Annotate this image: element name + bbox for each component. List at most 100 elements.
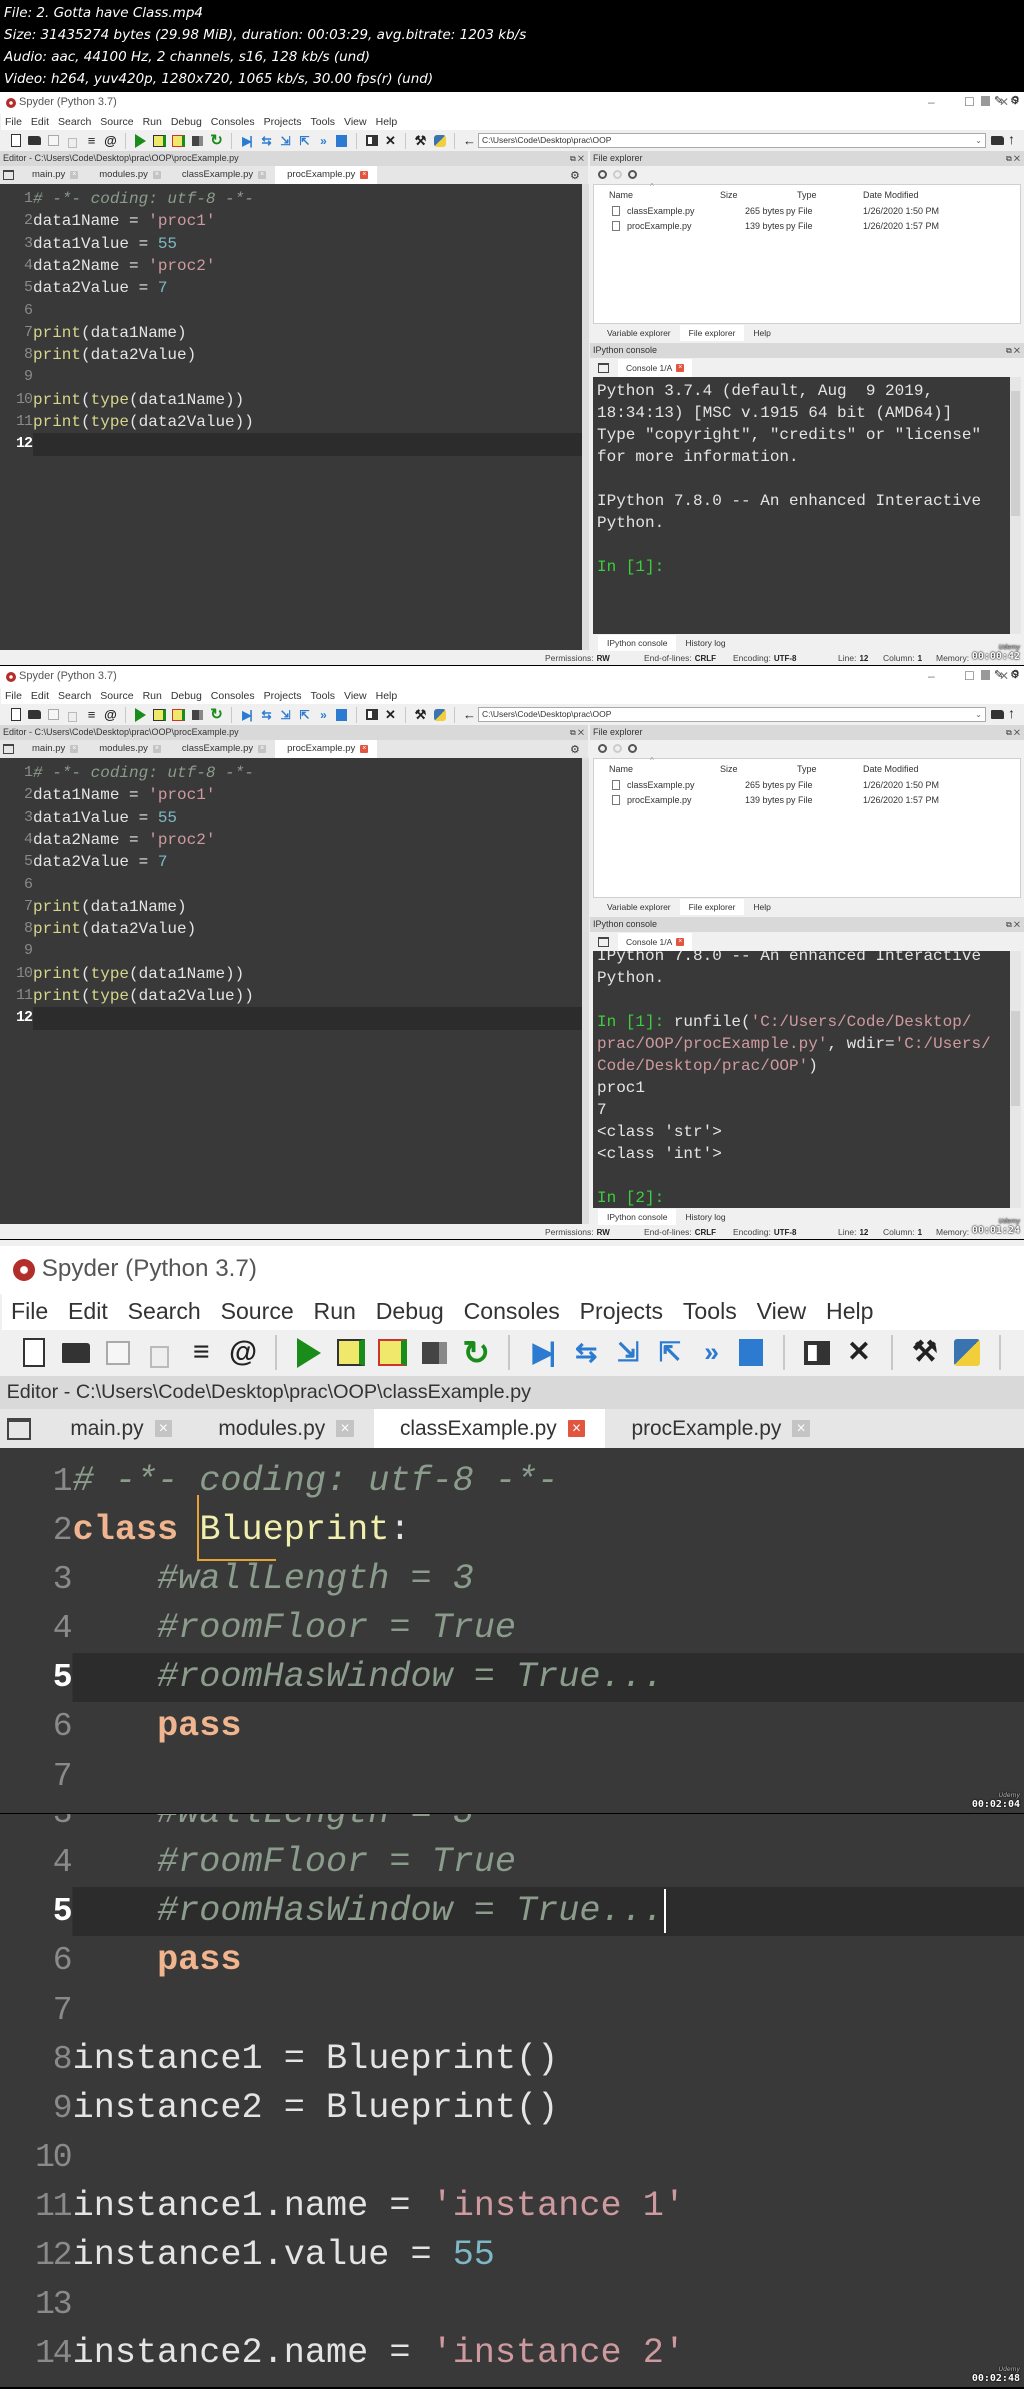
continue-button[interactable]: » bbox=[313, 704, 332, 725]
re-run-button[interactable]: ↻ bbox=[455, 1330, 497, 1376]
outline-button[interactable]: ≡ bbox=[82, 130, 101, 151]
run-cell-advance-button[interactable] bbox=[169, 130, 188, 151]
column-header-name[interactable]: Name bbox=[609, 190, 633, 200]
tab-variable-explorer[interactable]: Variable explorer bbox=[598, 899, 680, 915]
console-scrollbar[interactable] bbox=[1010, 951, 1021, 1208]
browse-tabs-icon[interactable] bbox=[3, 170, 14, 180]
pane-float-close-icons[interactable]: ⧉ ✕ bbox=[1006, 343, 1020, 358]
menu-search[interactable]: Search bbox=[54, 114, 96, 130]
close-tab-icon[interactable]: × bbox=[567, 1419, 586, 1438]
maximize-button[interactable]: ☐ bbox=[964, 95, 975, 109]
file-row[interactable]: classExample.py 265 bytes py File 1/26/2020… bbox=[594, 204, 1020, 219]
preferences-button[interactable]: ⚒ bbox=[411, 704, 430, 725]
stop-kernel-icon[interactable] bbox=[981, 670, 990, 680]
menu-edit[interactable]: Edit bbox=[27, 114, 54, 130]
parent-directory-icon[interactable]: ↑ bbox=[1008, 131, 1015, 147]
code-editor[interactable]: 3 #wallLength = 34 #roomFloor = True 5 #r… bbox=[0, 1814, 1024, 2387]
pane-float-close-icons[interactable]: ⧉ ✕ bbox=[570, 725, 584, 740]
run-cell-advance-button[interactable] bbox=[372, 1330, 414, 1376]
working-directory-input[interactable]: C:\Users\Code\Desktop\prac\OOP ⌄ bbox=[478, 133, 986, 148]
run-button[interactable] bbox=[131, 130, 150, 151]
tab-ipython-console[interactable]: IPython console bbox=[598, 1209, 677, 1225]
parent-directory-icon[interactable]: ↑ bbox=[1008, 705, 1015, 721]
step-button[interactable]: ⇆ bbox=[256, 130, 275, 151]
code-editor[interactable]: 1 # -*- coding: utf-8 -*- 2 data1Name = 'pr… bbox=[0, 758, 582, 1224]
minimize-button[interactable]: – bbox=[928, 95, 935, 109]
continue-button[interactable]: » bbox=[689, 1330, 731, 1376]
close-tab-icon[interactable]: × bbox=[70, 745, 79, 753]
re-run-button[interactable]: ↻ bbox=[207, 130, 226, 151]
pane-float-close-icons[interactable]: ⧉ ✕ bbox=[1006, 917, 1020, 932]
tab-history-log[interactable]: History log bbox=[676, 635, 734, 651]
menu-view[interactable]: View bbox=[748, 1294, 817, 1329]
debug-button[interactable]: ▶| bbox=[237, 704, 256, 725]
close-tab-icon[interactable]: × bbox=[360, 745, 369, 753]
back-icon[interactable] bbox=[598, 744, 607, 753]
menu-edit[interactable]: Edit bbox=[27, 688, 54, 704]
file-list[interactable]: ^ Name Size Type Date Modified classExample.p… bbox=[593, 182, 1021, 324]
menu-file[interactable]: File bbox=[1, 114, 27, 130]
save-all-button[interactable] bbox=[63, 704, 82, 725]
step-button[interactable]: ⇆ bbox=[563, 1330, 605, 1376]
back-button[interactable]: ← bbox=[460, 704, 479, 725]
menu-help[interactable]: Help bbox=[372, 114, 403, 130]
menu-debug[interactable]: Debug bbox=[167, 688, 207, 704]
menu-run[interactable]: Run bbox=[305, 1294, 367, 1329]
tab-history-log[interactable]: History log bbox=[676, 1209, 734, 1225]
open-file-button[interactable] bbox=[55, 1330, 97, 1376]
tab-classexample-py[interactable]: classExample.py × bbox=[170, 740, 275, 758]
browse-consoles-icon[interactable] bbox=[598, 363, 609, 373]
step-return-button[interactable]: ⇱ bbox=[294, 130, 313, 151]
run-selection-button[interactable] bbox=[188, 704, 207, 725]
close-console-icon[interactable]: × bbox=[676, 364, 685, 372]
tab-modules-py[interactable]: modules.py × bbox=[87, 166, 170, 184]
close-tab-icon[interactable]: × bbox=[154, 1419, 173, 1438]
ipython-console[interactable]: Python 3.7.4 (default, Aug 9 2019, 18:34:… bbox=[593, 377, 1010, 634]
console-options-icon[interactable]: ⚙ bbox=[1010, 668, 1020, 681]
run-selection-button[interactable] bbox=[414, 1330, 456, 1376]
new-file-button[interactable] bbox=[6, 704, 25, 725]
close-tab-icon[interactable]: × bbox=[152, 171, 161, 179]
tab-procexample-py[interactable]: procExample.py × bbox=[275, 740, 378, 758]
forward-icon[interactable] bbox=[613, 744, 622, 753]
python-path-button[interactable] bbox=[946, 1330, 988, 1376]
console-tab[interactable]: Console 1/A × bbox=[618, 933, 693, 951]
menu-view[interactable]: View bbox=[340, 688, 372, 704]
forward-icon[interactable] bbox=[613, 170, 622, 179]
clear-console-icon[interactable]: ✎ bbox=[994, 668, 1003, 681]
browse-folder-icon[interactable] bbox=[991, 136, 1004, 145]
console-scrollbar[interactable] bbox=[1010, 377, 1021, 634]
menu-help[interactable]: Help bbox=[817, 1294, 884, 1329]
stop-button[interactable] bbox=[332, 130, 351, 151]
menu-consoles[interactable]: Consoles bbox=[207, 114, 260, 130]
save-all-button[interactable] bbox=[139, 1330, 181, 1376]
open-file-button[interactable] bbox=[25, 130, 44, 151]
at-button[interactable]: @ bbox=[101, 704, 120, 725]
column-header-date-modified[interactable]: Date Modified bbox=[863, 764, 919, 774]
pane-float-close-icons[interactable]: ⧉ ✕ bbox=[1006, 151, 1020, 166]
code-editor[interactable]: 1 # -*- coding: utf-8 -*- 2 class Blueprint… bbox=[0, 1448, 1024, 1813]
new-file-button[interactable] bbox=[13, 1330, 55, 1376]
back-button[interactable]: ← bbox=[1012, 1330, 1024, 1376]
ipython-console[interactable]: IPython 7.8.0 -- An enhanced Interactive… bbox=[593, 951, 1010, 1208]
run-cell-button[interactable] bbox=[330, 1330, 372, 1376]
debug-button[interactable]: ▶| bbox=[521, 1330, 563, 1376]
menu-source[interactable]: Source bbox=[212, 1294, 305, 1329]
step-button[interactable]: ⇆ bbox=[256, 704, 275, 725]
menu-source[interactable]: Source bbox=[96, 688, 138, 704]
fullscreen-button[interactable]: ✕ bbox=[381, 130, 400, 151]
tab-variable-explorer[interactable]: Variable explorer bbox=[598, 325, 680, 341]
menu-tools[interactable]: Tools bbox=[307, 114, 341, 130]
console-scrollbar-thumb[interactable] bbox=[1011, 391, 1020, 516]
open-file-button[interactable] bbox=[25, 704, 44, 725]
tab-ipython-console[interactable]: IPython console bbox=[598, 635, 677, 651]
maximize-button[interactable]: ☐ bbox=[964, 669, 975, 683]
debug-button[interactable]: ▶| bbox=[237, 130, 256, 151]
column-header-name[interactable]: Name bbox=[609, 764, 633, 774]
working-directory-input[interactable]: C:\Users\Code\Desktop\prac\OOP ⌄ bbox=[478, 707, 986, 722]
stop-button[interactable] bbox=[332, 704, 351, 725]
tab-help[interactable]: Help bbox=[744, 899, 779, 915]
run-selection-button[interactable] bbox=[188, 130, 207, 151]
column-header-date-modified[interactable]: Date Modified bbox=[863, 190, 919, 200]
console-scrollbar-thumb[interactable] bbox=[1011, 1011, 1020, 1106]
